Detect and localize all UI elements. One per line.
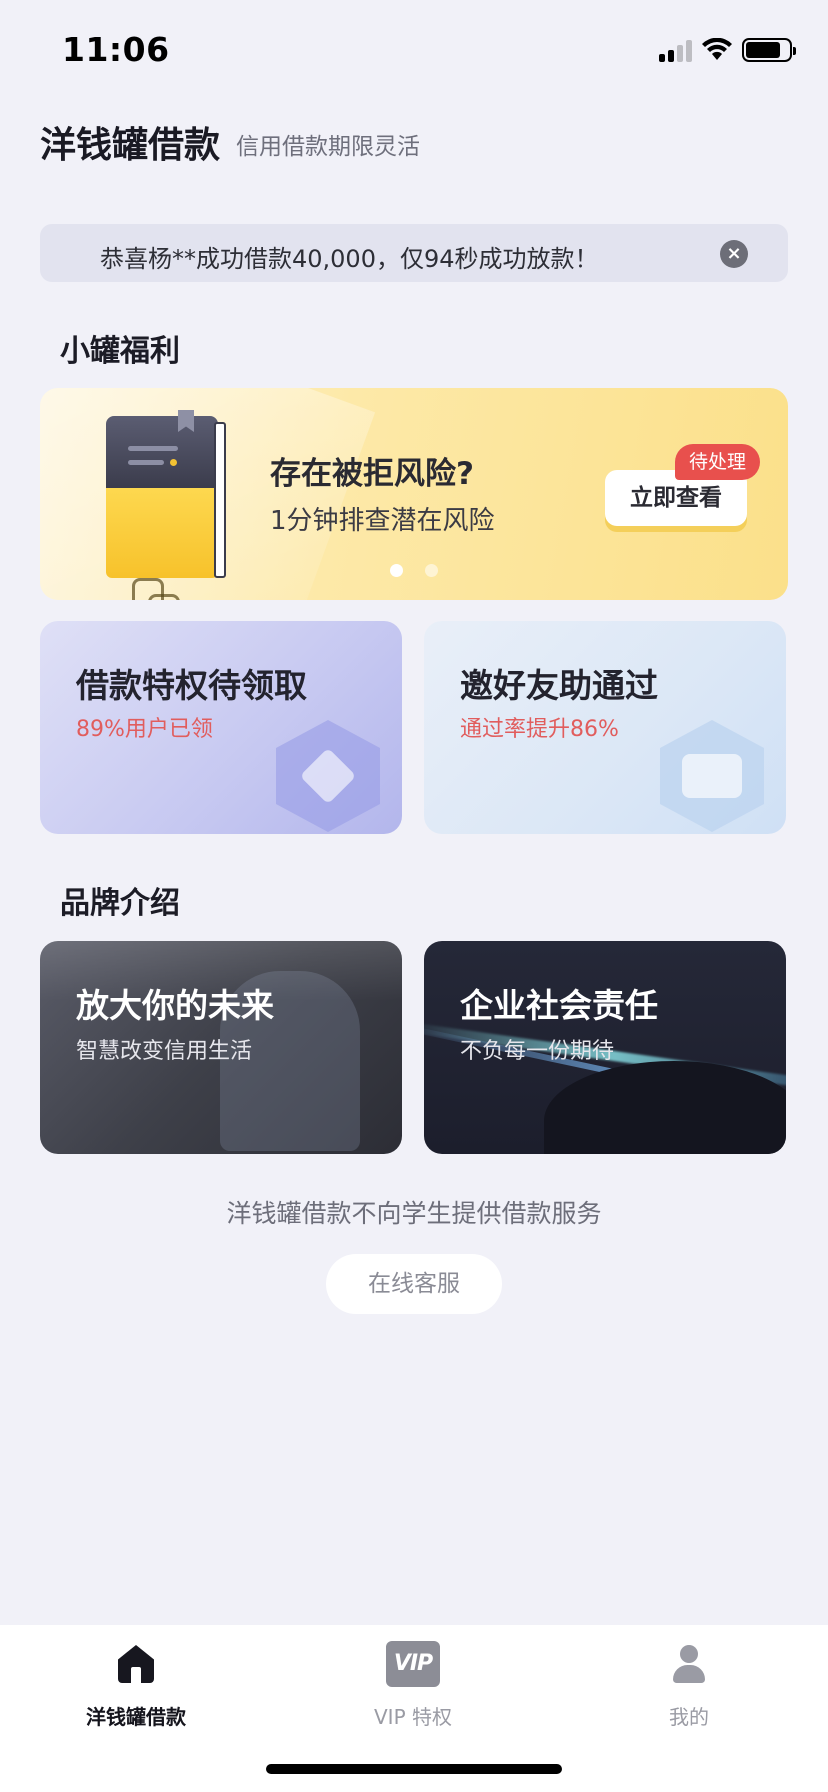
home-indicator bbox=[266, 1764, 562, 1774]
tab-label: 洋钱罐借款 bbox=[86, 1705, 186, 1729]
card-title: 放大你的未来 bbox=[76, 986, 274, 1025]
diamond-icon bbox=[276, 720, 380, 832]
risk-check-banner[interactable]: 存在被拒风险? 1分钟排查潜在风险 立即查看 待处理 bbox=[40, 388, 788, 600]
notice-text: 恭喜杨**成功借款40,000，仅94秒成功放款！ bbox=[100, 245, 599, 273]
app-title: 洋钱罐借款 bbox=[40, 125, 221, 166]
card-subtitle: 智慧改变信用生活 bbox=[76, 1039, 253, 1064]
tab-vip[interactable]: VIP VIP 特权 bbox=[333, 1641, 493, 1730]
carousel-dot[interactable] bbox=[390, 564, 403, 577]
tab-mine[interactable]: 我的 bbox=[609, 1643, 769, 1730]
carousel-dot[interactable] bbox=[425, 564, 438, 577]
card-subtitle: 通过率提升86% bbox=[460, 717, 619, 742]
status-bar: 11:06 bbox=[0, 0, 828, 100]
close-icon[interactable]: × bbox=[720, 240, 748, 268]
brand-responsibility-card[interactable]: 企业社会责任 不负每一份期待 bbox=[424, 941, 786, 1154]
card-title: 企业社会责任 bbox=[460, 986, 658, 1025]
status-icons bbox=[659, 36, 796, 64]
app-subtitle: 信用借款期限灵活 bbox=[236, 134, 420, 160]
book-icon bbox=[106, 410, 228, 600]
loan-notice-bar: 恭喜杨**成功借款40,000，仅94秒成功放款！ × bbox=[40, 224, 788, 282]
section-title-brand: 品牌介绍 bbox=[60, 886, 180, 921]
invite-friend-card[interactable]: 邀好友助通过 通过率提升86% bbox=[424, 621, 786, 834]
user-icon bbox=[667, 1643, 711, 1687]
online-support-button[interactable]: 在线客服 bbox=[326, 1254, 502, 1314]
mail-icon bbox=[660, 720, 764, 832]
brand-future-card[interactable]: 放大你的未来 智慧改变信用生活 bbox=[40, 941, 402, 1154]
carousel-dots[interactable] bbox=[390, 564, 438, 577]
vip-icon: VIP bbox=[386, 1641, 440, 1687]
card-title: 借款特权待领取 bbox=[76, 666, 307, 705]
tab-label: 我的 bbox=[669, 1705, 709, 1729]
wifi-icon bbox=[702, 38, 732, 60]
loan-privilege-card[interactable]: 借款特权待领取 89%用户已领 bbox=[40, 621, 402, 834]
battery-icon bbox=[742, 38, 796, 62]
banner-title: 存在被拒风险? bbox=[270, 456, 474, 492]
card-title: 邀好友助通过 bbox=[460, 666, 658, 705]
banner-subtitle: 1分钟排查潜在风险 bbox=[270, 506, 495, 536]
signal-icon bbox=[659, 38, 692, 62]
status-time: 11:06 bbox=[62, 30, 170, 69]
home-icon bbox=[114, 1643, 158, 1687]
tab-home[interactable]: 洋钱罐借款 bbox=[56, 1643, 216, 1730]
section-title-welfare: 小罐福利 bbox=[60, 334, 180, 369]
card-subtitle: 89%用户已领 bbox=[76, 717, 213, 742]
pending-badge: 待处理 bbox=[675, 444, 761, 480]
student-disclaimer: 洋钱罐借款不向学生提供借款服务 bbox=[226, 1199, 602, 1228]
tab-label: VIP 特权 bbox=[374, 1705, 452, 1729]
card-subtitle: 不负每一份期待 bbox=[460, 1039, 615, 1064]
